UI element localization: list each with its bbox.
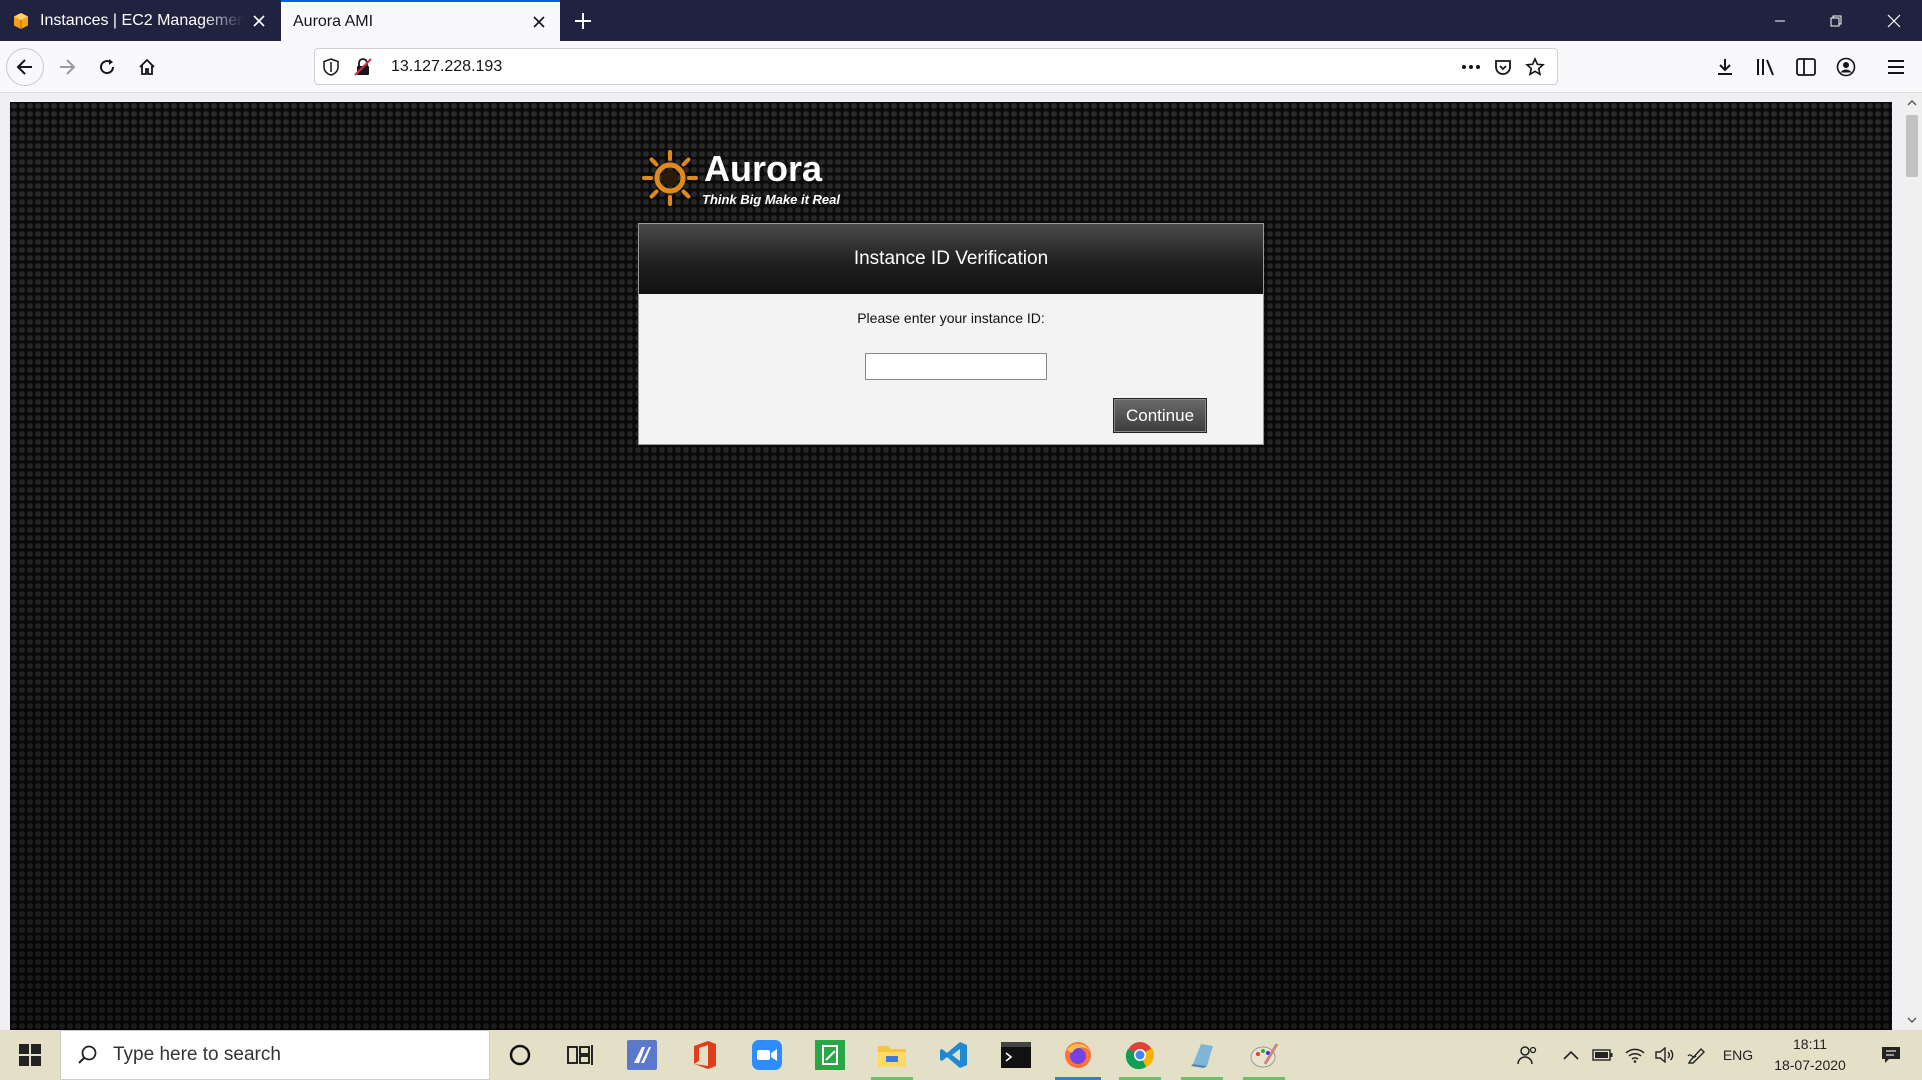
start-button[interactable] [0,1030,60,1080]
chrome-icon[interactable] [1111,1033,1169,1080]
sun-logo-icon [642,150,698,206]
file-explorer-icon[interactable] [863,1033,921,1080]
firefox-icon[interactable] [1049,1033,1107,1080]
logo-tagline: Think Big Make it Real [702,192,840,207]
new-tab-button[interactable] [568,6,598,36]
scroll-down-icon[interactable] [1905,1013,1919,1027]
close-window-button[interactable] [1866,0,1922,41]
minimize-window-button[interactable] [1752,0,1808,41]
vscode-icon[interactable] [925,1033,983,1077]
search-icon [78,1045,97,1064]
close-tab-icon[interactable] [244,6,274,36]
generic-app-icon[interactable] [1173,1033,1231,1080]
navigation-toolbar: 13.127.228.193 [0,41,1922,93]
taskbar-search[interactable]: Type here to search [60,1030,490,1080]
action-center-icon[interactable] [1866,1030,1916,1080]
clock-date: 18-07-2020 [1774,1057,1846,1073]
search-placeholder: Type here to search [113,1044,281,1065]
terminal-icon[interactable] [987,1033,1045,1077]
insecure-connection-icon[interactable] [347,51,379,83]
reload-button[interactable] [88,48,126,86]
taskbar-clock[interactable]: 18:11 18-07-2020 [1762,1034,1858,1076]
logo-wordmark: Aurora [704,148,823,189]
pen-ink-icon[interactable] [1682,1030,1712,1080]
tab-ec2-instances[interactable]: Instances | EC2 Management Console [0,0,280,41]
volume-icon[interactable] [1650,1030,1680,1080]
azure-data-studio-icon[interactable] [613,1033,671,1077]
home-button[interactable] [128,48,166,86]
verification-panel: Instance ID Verification Please enter yo… [638,223,1264,445]
account-icon[interactable] [1829,50,1863,84]
downloads-icon[interactable] [1708,50,1742,84]
menu-icon[interactable] [1879,50,1913,84]
sidebar-icon[interactable] [1789,50,1823,84]
library-icon[interactable] [1749,50,1783,84]
bookmark-star-icon[interactable] [1519,51,1551,83]
scroll-up-icon[interactable] [1905,96,1919,110]
tab-strip: Instances | EC2 Management Console Auror… [0,0,1922,41]
aws-box-icon [14,12,28,29]
address-bar[interactable]: 13.127.228.193 [314,48,1558,85]
aurora-logo: Aurora Think Big Make it Real [640,146,870,210]
battery-icon[interactable] [1588,1030,1618,1080]
instance-id-prompt: Please enter your instance ID: [857,310,1045,326]
input-language[interactable]: ENG [1718,1030,1758,1080]
windows-logo-icon [19,1044,41,1066]
url-text[interactable]: 13.127.228.193 [391,58,502,76]
zoom-icon[interactable] [738,1033,796,1077]
tab-title: Instances | EC2 Management Console [40,11,244,29]
continue-button[interactable]: Continue [1113,398,1207,433]
panel-title: Instance ID Verification [639,224,1263,294]
scroll-thumb[interactable] [1906,115,1918,177]
forward-button[interactable] [48,48,86,86]
cortana-icon[interactable] [491,1033,549,1077]
pocket-icon[interactable] [1487,51,1519,83]
windows-taskbar: Type here to search ENG 18:11 18-07-2020 [0,1030,1922,1080]
show-hidden-icons-chevron-icon[interactable] [1556,1030,1586,1080]
instance-id-input[interactable] [865,353,1047,380]
tab-title: Aurora AMI [293,12,374,30]
people-icon[interactable] [1510,1030,1546,1080]
close-tab-icon[interactable] [524,7,554,37]
paint-icon[interactable] [1235,1033,1293,1080]
task-view-icon[interactable] [551,1033,609,1077]
tracking-shield-icon[interactable] [315,51,347,83]
office-icon[interactable] [676,1033,734,1077]
tab-aurora-ami[interactable]: Aurora AMI [281,0,560,41]
restore-window-button[interactable] [1808,0,1864,41]
back-button[interactable] [6,48,44,86]
page-actions-icon[interactable] [1455,51,1487,83]
clock-time: 18:11 [1793,1036,1827,1052]
notepad-green-icon[interactable] [801,1033,859,1077]
wifi-icon[interactable] [1620,1030,1650,1080]
page-scrollbar[interactable] [1902,93,1922,1030]
